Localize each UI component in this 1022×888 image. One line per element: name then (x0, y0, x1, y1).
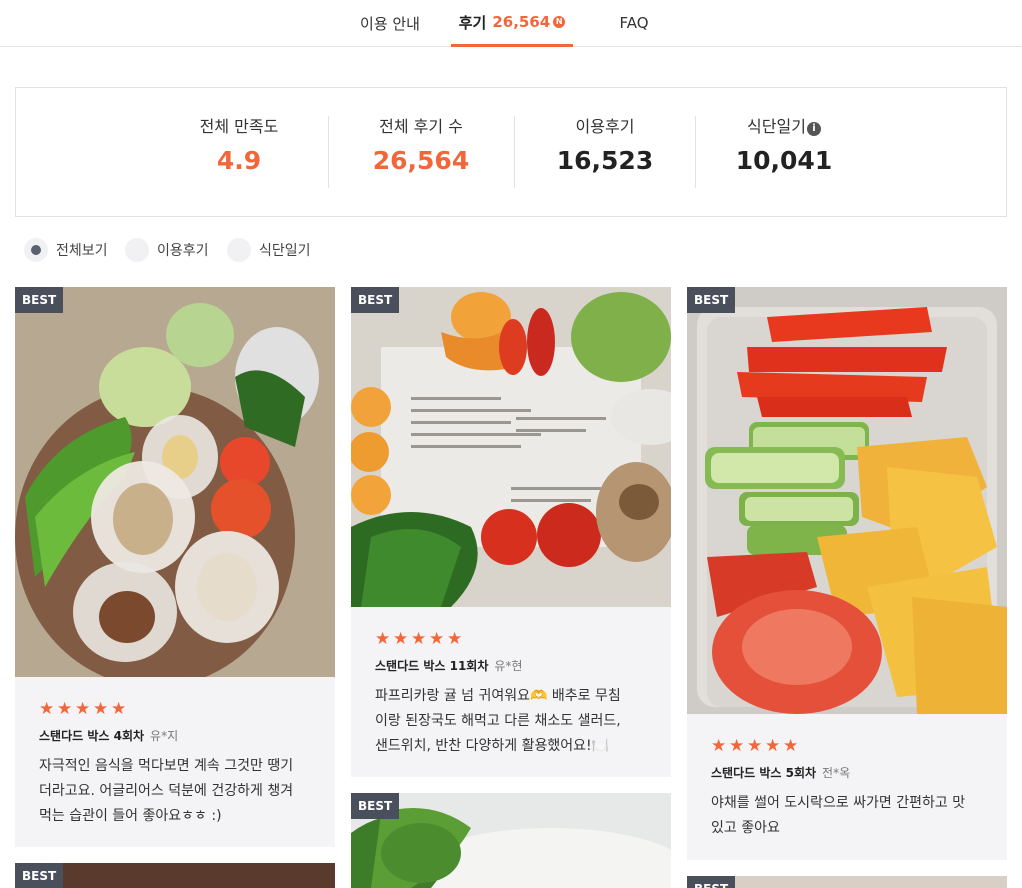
tab-faq[interactable]: FAQ (605, 0, 663, 46)
review-card[interactable]: BEST ★ ★ ★ ★ ★ 스탠다드 박스 4회차 유*지 자극적인 음식을 … (15, 287, 335, 847)
stat-satisfaction-value: 4.9 (216, 146, 262, 175)
filter-usage-label: 이용후기 (157, 243, 209, 259)
review-photo (687, 287, 1007, 714)
stat-satisfaction-label: 전체 만족도 (199, 117, 279, 136)
stat-total-reviews: 전체 후기 수 26,564 (356, 116, 486, 188)
lunchbox-photo-icon (687, 287, 1007, 714)
radio-unchecked-icon (227, 238, 251, 262)
best-badge: BEST (687, 876, 736, 888)
product-name: 스탠다드 박스 4회차 (39, 729, 145, 743)
reviewer-name: 전*옥 (822, 766, 851, 780)
tab-faq-label: FAQ (619, 14, 649, 32)
filter-diary[interactable]: 식단일기 (227, 237, 311, 263)
rating-stars: ★ ★ ★ ★ ★ (711, 738, 987, 756)
star-icon: ★ (429, 629, 445, 649)
best-badge: BEST (15, 287, 64, 313)
best-badge: BEST (351, 793, 400, 819)
star-icon: ★ (447, 629, 463, 649)
filter-diary-label: 식단일기 (259, 243, 311, 259)
star-icon: ★ (39, 699, 55, 719)
star-icon: ★ (375, 629, 391, 649)
filter-all[interactable]: 전체보기 (24, 237, 108, 263)
star-icon: ★ (93, 699, 109, 719)
star-icon: ★ (747, 736, 763, 756)
review-meta: 스탠다드 박스 11회차 유*현 (375, 657, 651, 674)
stat-diet-diary-label-row: 식단일기 i (719, 116, 849, 138)
stat-diet-diary-value: 10,041 (735, 146, 833, 175)
new-badge-icon: N (553, 16, 566, 28)
review-meta: 스탠다드 박스 4회차 유*지 (39, 727, 315, 744)
star-icon: ★ (711, 736, 727, 756)
star-icon: ★ (783, 736, 799, 756)
star-icon: ★ (75, 699, 91, 719)
review-body: ★ ★ ★ ★ ★ 스탠다드 박스 5회차 전*옥 야채를 썰어 도시락으로 싸가… (711, 738, 987, 841)
stat-divider (695, 116, 696, 188)
tab-guide[interactable]: 이용 안내 (352, 0, 428, 46)
product-name: 스탠다드 박스 11회차 (375, 659, 489, 673)
filter-usage[interactable]: 이용후기 (125, 237, 209, 263)
review-card[interactable]: BEST (351, 793, 671, 888)
review-card[interactable]: BEST (15, 863, 335, 888)
stat-divider (328, 116, 329, 188)
review-text: 파프리카랑 귤 넘 귀여워요🫶 배추로 무침 이랑 된장국도 해먹고 다른 채소… (375, 688, 621, 754)
review-card[interactable]: BEST (687, 876, 1007, 888)
star-icon: ★ (111, 699, 127, 719)
review-meta: 스탠다드 박스 5회차 전*옥 (711, 764, 987, 781)
review-text: 자극적인 음식을 먹다보면 계속 그것만 땡기 더라고요. 어글리어스 덕분에 … (39, 758, 294, 824)
review-body: ★ ★ ★ ★ ★ 스탠다드 박스 4회차 유*지 자극적인 음식을 먹다보면 계… (39, 701, 315, 829)
stat-divider (514, 116, 515, 188)
stat-satisfaction: 전체 만족도 4.9 (179, 116, 299, 188)
tab-guide-label: 이용 안내 (360, 14, 420, 33)
star-icon: ★ (411, 629, 427, 649)
review-card[interactable]: BEST (351, 287, 671, 777)
radio-checked-icon (24, 238, 48, 262)
review-photo (15, 287, 335, 677)
review-stats-panel: 전체 만족도 4.9 전체 후기 수 26,564 이용후기 16,523 식단… (15, 87, 1007, 217)
stat-total-reviews-label: 전체 후기 수 (379, 117, 463, 136)
info-icon[interactable]: i (806, 122, 821, 136)
star-icon: ★ (729, 736, 745, 756)
star-icon: ★ (57, 699, 73, 719)
review-photo (351, 287, 671, 607)
reviewer-name: 유*지 (150, 729, 179, 743)
rating-stars: ★ ★ ★ ★ ★ (39, 701, 315, 719)
best-badge: BEST (351, 287, 400, 313)
tab-reviews[interactable]: 후기 26,564 N (451, 0, 573, 47)
radio-unchecked-icon (125, 238, 149, 262)
review-text: 야채를 썰어 도시락으로 싸가면 간편하고 맛 있고 좋아요 (711, 795, 966, 836)
stat-usage-reviews-value: 16,523 (556, 146, 654, 175)
star-icon: ★ (393, 629, 409, 649)
stat-usage-reviews: 이용후기 16,523 (540, 116, 670, 188)
stat-diet-diary: 식단일기 i 10,041 (719, 116, 849, 188)
vegetables-photo-icon (15, 287, 335, 677)
star-icon: ★ (765, 736, 781, 756)
tab-reviews-label: 후기 (458, 13, 487, 32)
review-body: ★ ★ ★ ★ ★ 스탠다드 박스 11회차 유*현 파프리카랑 귤 넘 귀여워요… (375, 631, 651, 759)
reviewer-name: 유*현 (494, 659, 523, 673)
review-card[interactable]: BEST ★ ★ ★ ★ ★ 스탠다드 박스 5회차 전*옥 야채를 썰어 도시… (687, 287, 1007, 860)
filter-all-label: 전체보기 (56, 243, 108, 259)
tab-reviews-count: 26,564 (492, 13, 551, 31)
product-name: 스탠다드 박스 5회차 (711, 766, 817, 780)
review-tabs: 이용 안내 후기 26,564 N FAQ (0, 0, 1022, 47)
rating-stars: ★ ★ ★ ★ ★ (375, 631, 651, 649)
best-badge: BEST (15, 863, 64, 888)
best-badge: BEST (687, 287, 736, 313)
stat-diet-diary-label: 식단일기 (747, 117, 806, 136)
stat-total-reviews-value: 26,564 (372, 146, 470, 175)
vegetables-photo-icon (351, 287, 671, 607)
stat-usage-reviews-label: 이용후기 (575, 117, 635, 136)
